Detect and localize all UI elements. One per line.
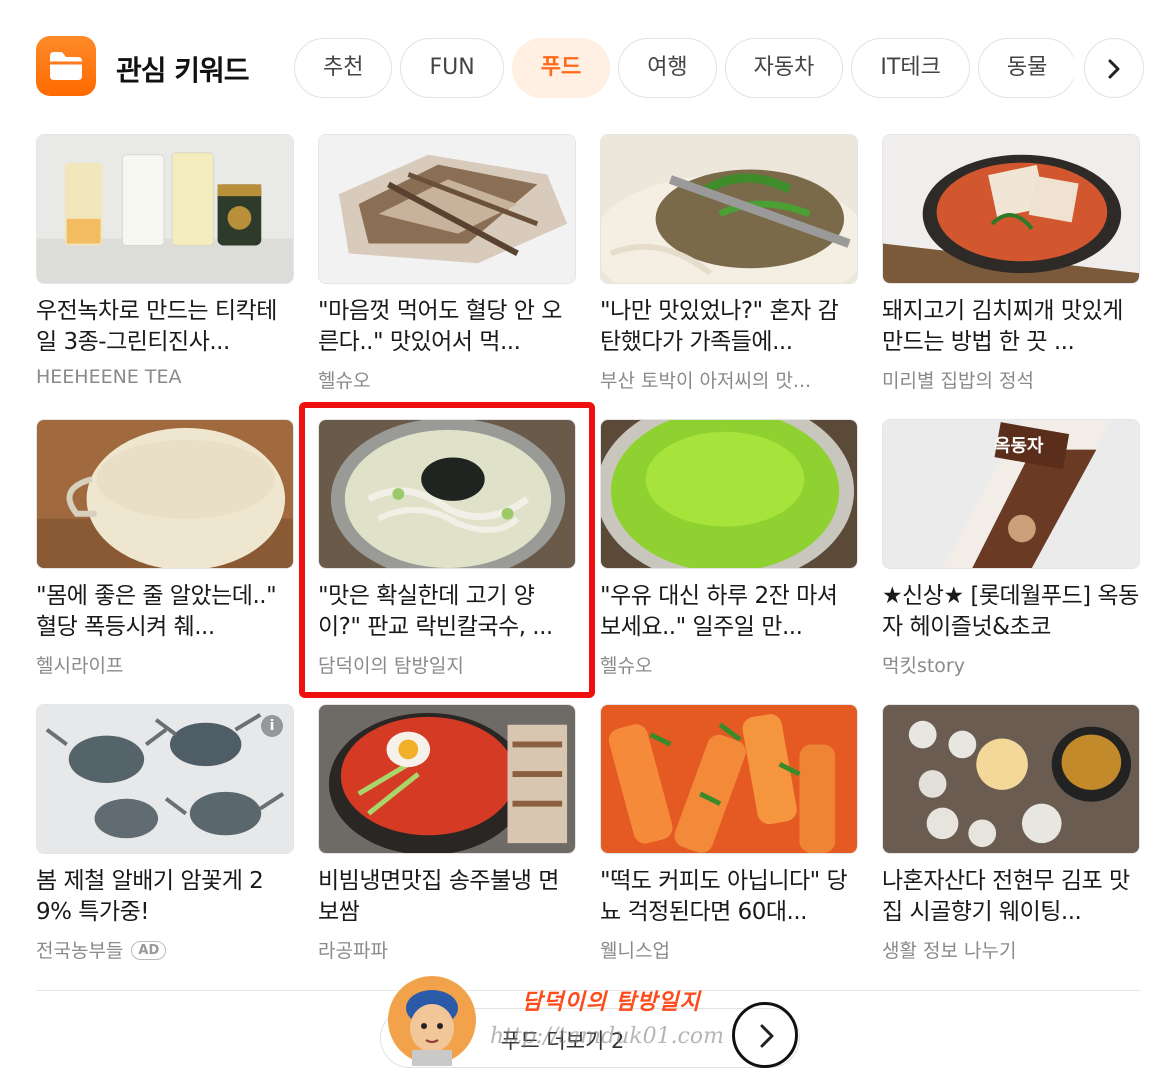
card-title: 비빔냉면맛집 송주불냉 면보쌈 (318, 868, 559, 925)
card-title: 나혼자산다 전현무 김포 맛집 시골향기 웨이팅... (882, 868, 1130, 925)
card-title: "마음껏 먹어도 혈당 안 오른다.." 맛있어서 먹... (318, 298, 562, 355)
content-card[interactable]: "우유 대신 하루 2잔 마셔보세요.." 일주일 만... 헬슈오 (600, 419, 858, 681)
content-card[interactable]: "맛은 확실한데 고기 양이?" 판교 락빈칼국수, ... 담덕이의 탐방일지 (318, 419, 576, 681)
card-source: 먹킷story (882, 655, 965, 677)
card-source: 담덕이의 탐방일지 (318, 655, 464, 677)
chevron-right-icon (760, 1024, 774, 1048)
card-thumbnail (600, 134, 858, 284)
card-thumbnail: i (36, 704, 294, 854)
tab-food[interactable]: 푸드 (511, 38, 611, 98)
content-card[interactable]: 옥동자 ★신상★ [롯데월푸드] 옥동자 헤이즐넛&초코 먹킷story (882, 419, 1140, 681)
content-card[interactable]: 나혼자산다 전현무 김포 맛집 시골향기 웨이팅... 생활 정보 나누기 (882, 704, 1140, 966)
card-source: 헬슈오 (600, 655, 653, 677)
content-card[interactable]: "떡도 커피도 아닙니다" 당뇨 걱정된다면 60대... 웰니스업 (600, 704, 858, 966)
content-card[interactable]: 비빔냉면맛집 송주불냉 면보쌈 라공파파 (318, 704, 576, 966)
card-title: 우전녹차로 만드는 티칵테일 3종-그린티진사... (36, 298, 277, 355)
watermark-url: http://tamduk01.com (490, 1024, 724, 1049)
watermark-avatar (388, 976, 476, 1066)
folder-icon (36, 36, 96, 96)
card-source: 미리별 집밥의 정석 (882, 370, 1034, 392)
content-card[interactable]: "마음껏 먹어도 혈당 안 오른다.." 맛있어서 먹... 헬슈오 (318, 134, 576, 396)
more-arrow-button[interactable] (732, 1002, 798, 1068)
card-thumbnail (318, 704, 576, 854)
card-thumbnail (600, 419, 858, 569)
section-header: 관심 키워드 추천 FUN 푸드 여행 자동차 IT테크 동물 (36, 36, 1144, 98)
tab-recommend[interactable]: 추천 (294, 38, 393, 98)
content-card[interactable]: 돼지고기 김치찌개 맛있게 만드는 방법 한 끗 ... 미리별 집밥의 정석 (882, 134, 1140, 396)
card-thumbnail: 옥동자 (882, 419, 1140, 569)
card-thumbnail (882, 704, 1140, 854)
card-thumbnail (36, 419, 294, 569)
card-source: 생활 정보 나누기 (882, 940, 1017, 962)
card-thumbnail (600, 704, 858, 854)
card-source: HEEHEENE TEA (36, 366, 182, 388)
card-thumbnail (882, 134, 1140, 284)
tab-fun[interactable]: FUN (400, 38, 504, 98)
tab-animal[interactable]: 동물 (977, 38, 1074, 98)
card-source: 웰니스업 (600, 940, 670, 962)
chevron-right-icon (1108, 59, 1120, 79)
card-thumbnail (318, 419, 576, 569)
card-title: "맛은 확실한데 고기 양이?" 판교 락빈칼국수, ... (318, 583, 553, 640)
ice-pop-label: 옥동자 (994, 436, 1044, 457)
card-thumbnail (318, 134, 576, 284)
card-source: 헬시라이프 (36, 655, 124, 677)
card-title: 봄 제철 알배기 암꽃게 29% 특가중! (36, 868, 264, 925)
keyword-tabs: 추천 FUN 푸드 여행 자동차 IT테크 동물 (294, 38, 1074, 98)
card-title: 돼지고기 김치찌개 맛있게 만드는 방법 한 끗 ... (882, 298, 1123, 355)
tabs-next-button[interactable] (1084, 38, 1144, 98)
tab-travel[interactable]: 여행 (618, 38, 717, 98)
card-thumbnail (36, 134, 294, 284)
info-icon[interactable]: i (261, 715, 283, 737)
card-source: 헬슈오 (318, 370, 371, 392)
card-source-label: 전국농부들 (36, 940, 124, 962)
ad-badge: AD (131, 941, 167, 960)
card-title: "몸에 좋은 줄 알았는데.." 혈당 폭등시켜 췌... (36, 583, 277, 640)
card-source: 라공파파 (318, 940, 388, 962)
card-title: "우유 대신 하루 2잔 마셔보세요.." 일주일 만... (600, 583, 838, 640)
card-source: 전국농부들 AD (36, 936, 167, 963)
content-card[interactable]: 우전녹차로 만드는 티칵테일 3종-그린티진사... HEEHEENE TEA (36, 134, 294, 396)
card-source: 부산 토박이 아저씨의 맛... (600, 370, 812, 392)
card-title: "나만 맛있었나?" 혼자 감탄했다가 가족들에... (600, 298, 839, 355)
tab-car[interactable]: 자동차 (724, 38, 844, 98)
content-card[interactable]: "몸에 좋은 줄 알았는데.." 혈당 폭등시켜 췌... 헬시라이프 (36, 419, 294, 681)
content-card[interactable]: "나만 맛있었나?" 혼자 감탄했다가 가족들에... 부산 토박이 아저씨의 … (600, 134, 858, 396)
section-title: 관심 키워드 (116, 54, 250, 87)
tab-it-tech[interactable]: IT테크 (851, 38, 970, 98)
content-card[interactable]: i 봄 제철 알배기 암꽃게 29% 특가중! 전국농부들 AD (36, 704, 294, 966)
card-title: ★신상★ [롯데월푸드] 옥동자 헤이즐넛&초코 (882, 583, 1139, 640)
card-title: "떡도 커피도 아닙니다" 당뇨 걱정된다면 60대... (600, 868, 848, 925)
watermark-title: 담덕이의 탐방일지 (522, 989, 701, 1015)
